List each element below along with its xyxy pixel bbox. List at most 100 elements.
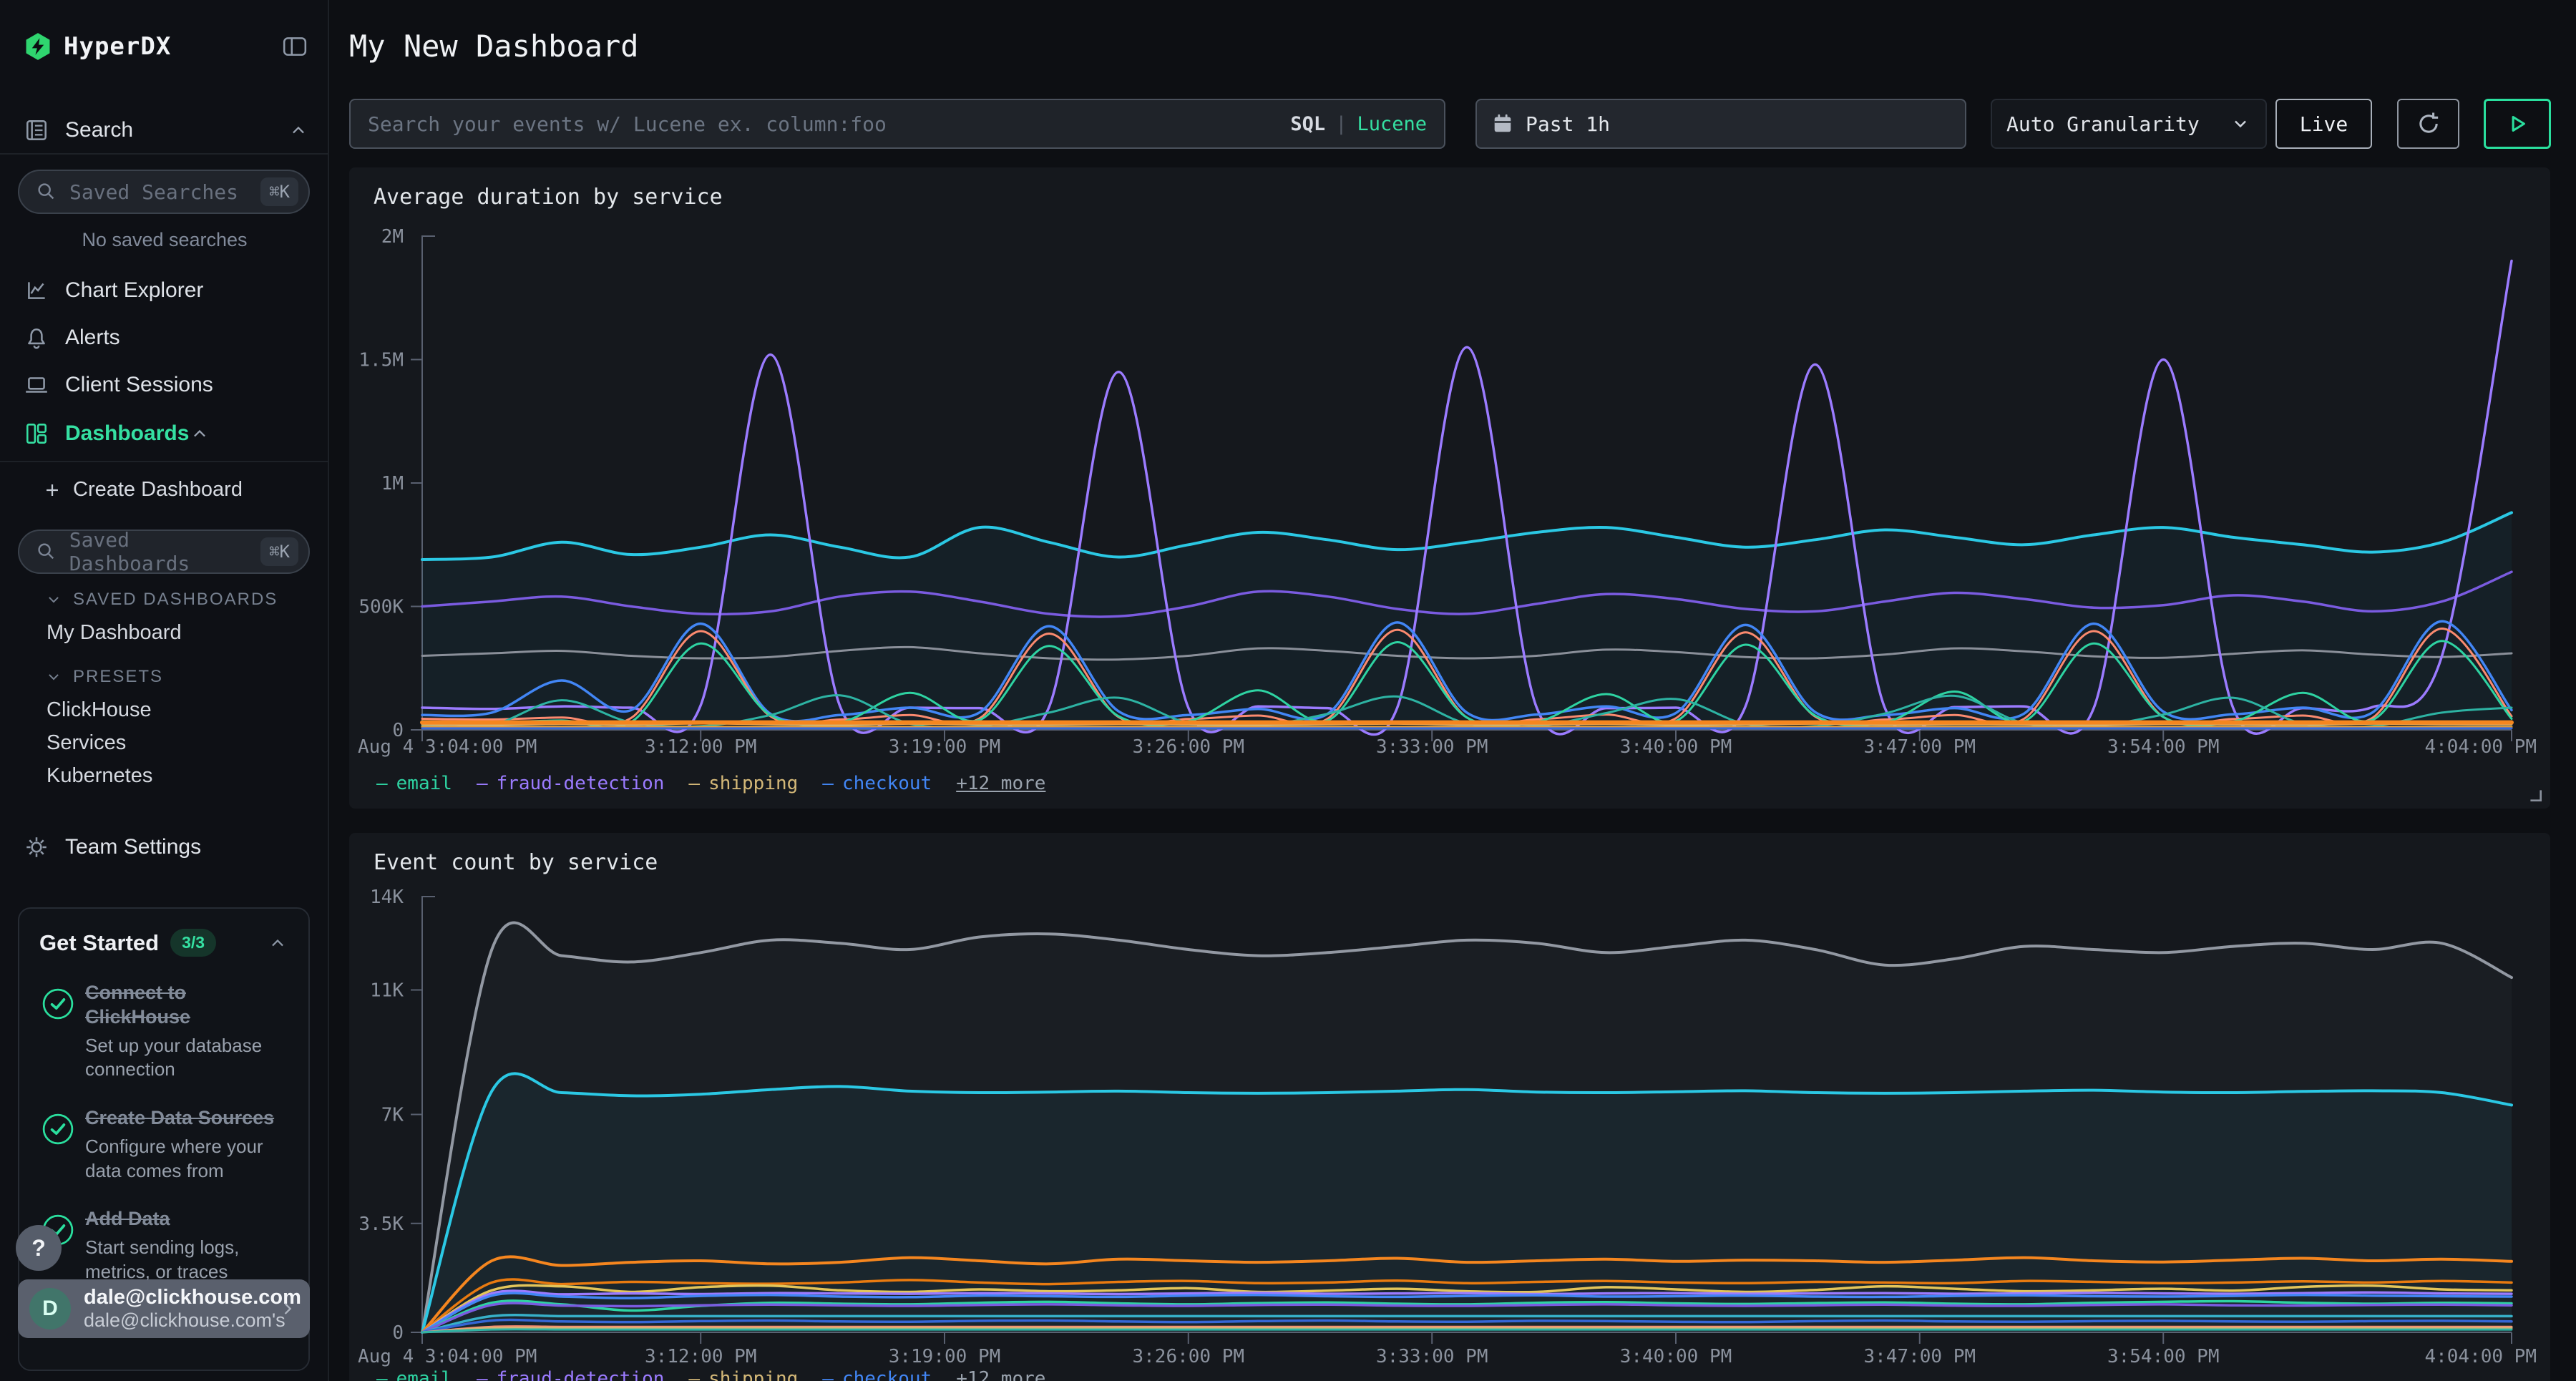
legend-more-link[interactable]: +12 more bbox=[956, 1368, 1045, 1381]
saved-searches-input[interactable]: Saved Searches ⌘K bbox=[18, 170, 310, 214]
svg-text:3:40:00 PM: 3:40:00 PM bbox=[1620, 736, 1732, 758]
search-icon bbox=[35, 180, 58, 203]
toolbar: Search your events w/ Lucene ex. column:… bbox=[329, 99, 2576, 149]
user-menu[interactable]: D dale@clickhouse.com dale@clickhouse.co… bbox=[18, 1279, 310, 1338]
sidebar-item-clickhouse[interactable]: ClickHouse bbox=[47, 698, 152, 722]
svg-text:1M: 1M bbox=[381, 473, 404, 494]
chevron-down-icon bbox=[2230, 113, 2251, 135]
get-started-item-sources[interactable]: Create Data Sources Configure where your… bbox=[39, 1106, 288, 1183]
sidebar-item-search[interactable]: Search bbox=[0, 113, 329, 147]
sidebar-item-team-settings[interactable]: Team Settings bbox=[0, 830, 329, 864]
legend-label: shipping bbox=[708, 773, 798, 794]
legend-swatch: — bbox=[376, 1368, 388, 1381]
get-started-progress-badge: 3/3 bbox=[170, 929, 216, 957]
plus-icon bbox=[42, 479, 63, 501]
legend-item[interactable]: —fraud-detection bbox=[477, 773, 664, 794]
refresh-button[interactable] bbox=[2397, 99, 2459, 149]
chevron-up-icon[interactable] bbox=[267, 932, 288, 954]
time-range-picker[interactable]: Past 1h bbox=[1475, 99, 1966, 149]
svg-text:14K: 14K bbox=[370, 887, 404, 908]
svg-text:3:33:00 PM: 3:33:00 PM bbox=[1376, 736, 1488, 758]
legend-item[interactable]: —email bbox=[376, 773, 452, 794]
svg-text:3:33:00 PM: 3:33:00 PM bbox=[1376, 1346, 1488, 1367]
legend-swatch: — bbox=[477, 773, 488, 794]
live-button[interactable]: Live bbox=[2275, 99, 2372, 149]
legend-label: checkout bbox=[842, 773, 932, 794]
get-started-header[interactable]: Get Started 3/3 bbox=[39, 929, 288, 957]
chevron-down-icon bbox=[44, 590, 63, 609]
legend-item[interactable]: — email bbox=[376, 1368, 452, 1381]
chevron-right-icon bbox=[277, 1297, 298, 1321]
saved-dashboards-input[interactable]: Saved Dashboards ⌘K bbox=[18, 530, 310, 574]
lucene-toggle[interactable]: Lucene bbox=[1357, 113, 1427, 135]
legend-item[interactable]: —shipping bbox=[688, 1368, 798, 1381]
sql-toggle[interactable]: SQL bbox=[1290, 113, 1325, 135]
legend-label: email bbox=[396, 1368, 452, 1381]
svg-text:3:40:00 PM: 3:40:00 PM bbox=[1620, 1346, 1732, 1367]
svg-text:3:26:00 PM: 3:26:00 PM bbox=[1132, 1346, 1244, 1367]
page-title: My New Dashboard bbox=[349, 29, 639, 64]
main-content: My New Dashboard Search your events w/ L… bbox=[329, 0, 2576, 1381]
create-dashboard-button[interactable]: Create Dashboard bbox=[42, 478, 243, 502]
avatar: D bbox=[29, 1288, 71, 1329]
sidebar-item-label: Alerts bbox=[65, 326, 120, 350]
legend-label: email bbox=[396, 773, 452, 794]
section-label: PRESETS bbox=[73, 667, 163, 687]
legend-more-link[interactable]: +12 more bbox=[956, 773, 1045, 794]
chart-panel-avg-duration: Average duration by service 2M1.5M1M500K… bbox=[349, 167, 2550, 809]
dashboards-icon bbox=[24, 421, 49, 446]
granularity-select[interactable]: Auto Granularity bbox=[1991, 99, 2267, 149]
hyperdx-dashboard-app: { "app": {"accent_green": "#35e0a2", "lo… bbox=[0, 0, 2576, 1381]
svg-text:3:12:00 PM: 3:12:00 PM bbox=[645, 736, 757, 758]
sidebar-item-services[interactable]: Services bbox=[47, 731, 126, 755]
sidebar-item-dashboards[interactable]: Dashboards bbox=[0, 416, 329, 451]
refresh-icon bbox=[2414, 109, 2443, 138]
svg-text:3:12:00 PM: 3:12:00 PM bbox=[645, 1346, 757, 1367]
get-started-item-add-data[interactable]: Add Data Start sending logs, metrics, or… bbox=[39, 1207, 288, 1284]
event-search-input[interactable]: Search your events w/ Lucene ex. column:… bbox=[349, 99, 1445, 149]
no-saved-searches-text: No saved searches bbox=[0, 229, 329, 251]
granularity-value: Auto Granularity bbox=[2006, 112, 2200, 136]
avg-duration-chart: 2M1.5M1M500K0Aug 4 3:04:00 PM3:12:00 PM3… bbox=[349, 167, 2550, 809]
chevron-up-icon bbox=[189, 423, 210, 444]
sidebar-item-client-sessions[interactable]: Client Sessions bbox=[0, 368, 329, 402]
check-circle-icon bbox=[39, 981, 85, 1082]
search-placeholder: Search your events w/ Lucene ex. column:… bbox=[368, 112, 887, 136]
sidebar-item-chart-explorer[interactable]: Chart Explorer bbox=[0, 273, 329, 308]
svg-text:7K: 7K bbox=[381, 1105, 404, 1126]
svg-text:500K: 500K bbox=[358, 597, 404, 618]
section-saved-dashboards[interactable]: SAVED DASHBOARDS bbox=[44, 590, 278, 610]
sidebar-item-kubernetes[interactable]: Kubernetes bbox=[47, 764, 152, 788]
sidebar: HyperDX Search Saved Searches ⌘K No save… bbox=[0, 0, 329, 1381]
event-count-chart: 14K11K7K3.5K0Aug 4 3:04:00 PM3:12:00 PM3… bbox=[349, 833, 2550, 1381]
panel-resize-handle[interactable] bbox=[2527, 787, 2543, 803]
get-started-item-connect[interactable]: Connect to ClickHouse Set up your databa… bbox=[39, 981, 288, 1082]
svg-text:3:26:00 PM: 3:26:00 PM bbox=[1132, 736, 1244, 758]
svg-text:3.5K: 3.5K bbox=[358, 1214, 404, 1235]
legend-label: fraud-detection bbox=[497, 1368, 665, 1381]
section-presets[interactable]: PRESETS bbox=[44, 667, 163, 687]
legend-item[interactable]: — shipping bbox=[688, 773, 798, 794]
legend-item[interactable]: —fraud-detection bbox=[477, 1368, 664, 1381]
legend-swatch: — bbox=[688, 773, 700, 794]
svg-text:3:19:00 PM: 3:19:00 PM bbox=[889, 1346, 1001, 1367]
hyperdx-logo-icon bbox=[24, 31, 52, 62]
task-desc: Set up your database connection bbox=[85, 1034, 289, 1083]
legend-item[interactable]: —checkout bbox=[822, 773, 932, 794]
divider bbox=[0, 153, 329, 155]
task-desc: Configure where your data comes from bbox=[85, 1135, 289, 1184]
sidebar-item-alerts[interactable]: Alerts bbox=[0, 321, 329, 355]
task-desc: Start sending logs, metrics, or traces bbox=[85, 1236, 289, 1284]
task-title: Connect to ClickHouse bbox=[85, 981, 289, 1030]
play-icon bbox=[2503, 109, 2532, 138]
svg-text:Aug 4 3:04:00 PM: Aug 4 3:04:00 PM bbox=[358, 736, 537, 758]
help-button[interactable]: ? bbox=[16, 1225, 62, 1271]
language-divider: | bbox=[1335, 113, 1347, 135]
sidebar-collapse-icon[interactable] bbox=[282, 34, 308, 59]
app-title: HyperDX bbox=[64, 32, 171, 61]
sidebar-item-my-dashboard[interactable]: My Dashboard bbox=[47, 621, 182, 645]
chevron-down-icon bbox=[44, 668, 63, 686]
run-query-button[interactable] bbox=[2484, 99, 2551, 149]
legend-item[interactable]: —checkout bbox=[822, 1368, 932, 1381]
logo-row: HyperDX bbox=[24, 26, 308, 67]
